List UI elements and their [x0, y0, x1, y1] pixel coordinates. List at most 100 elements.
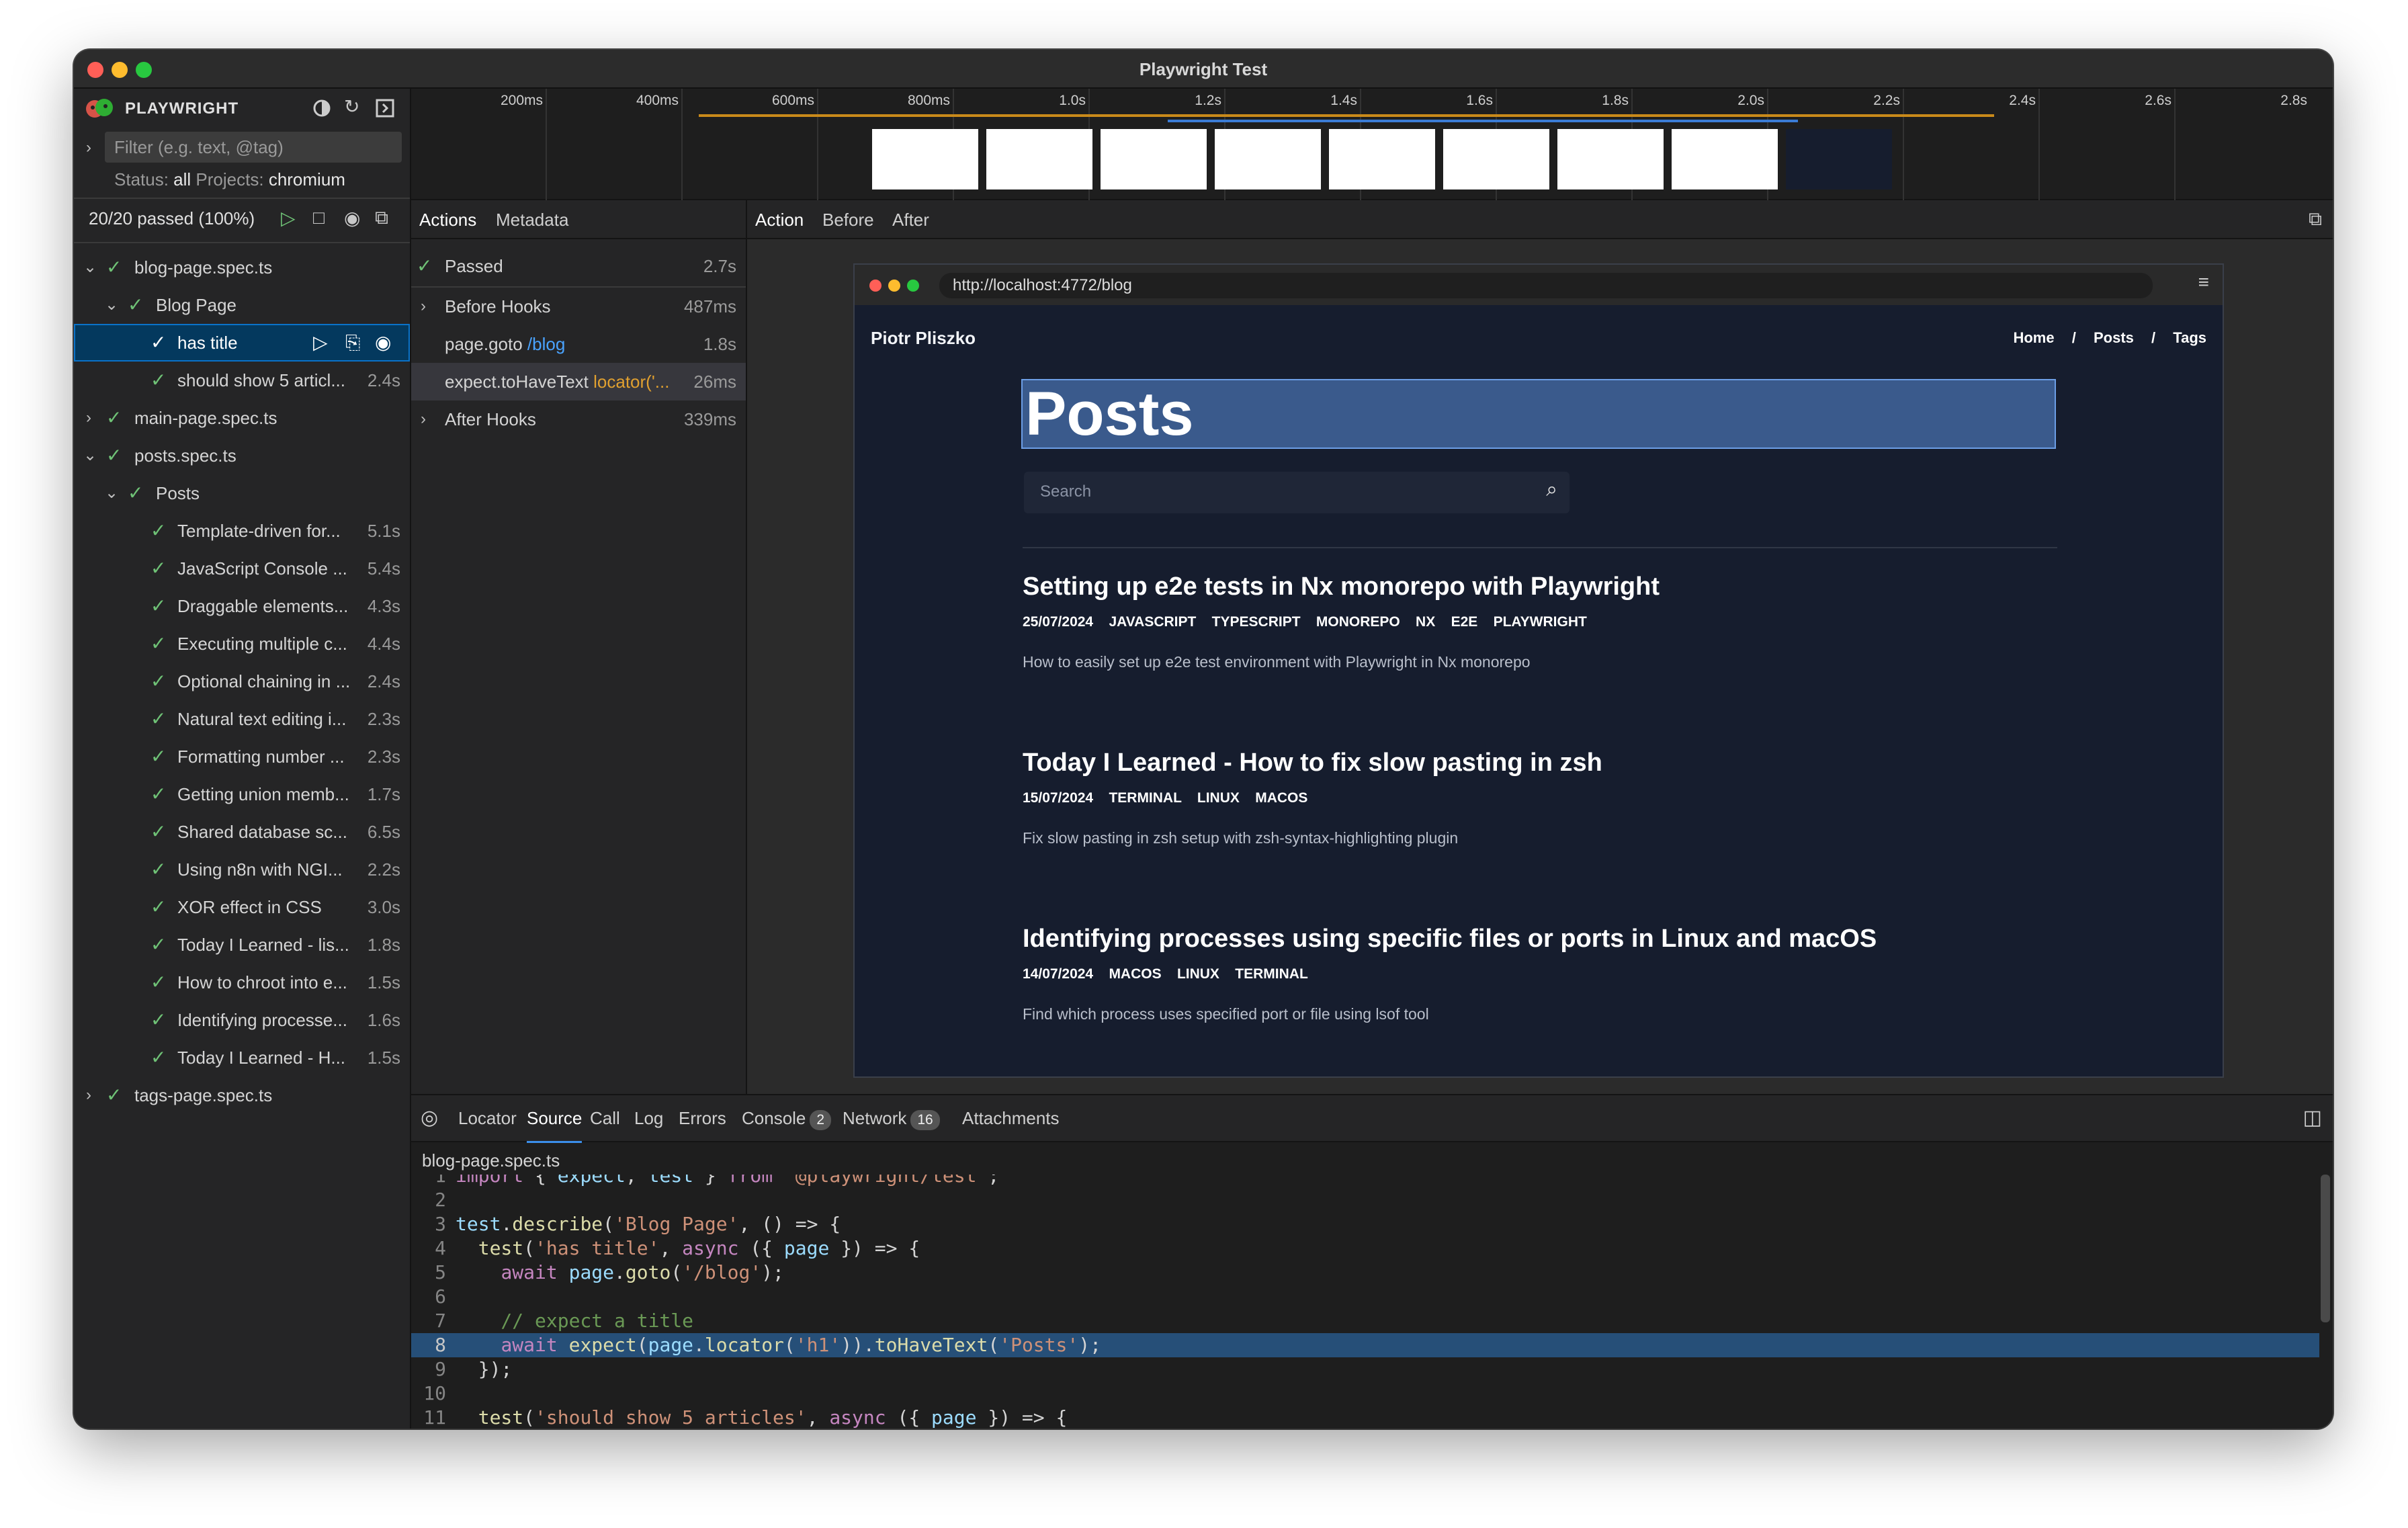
source-code: 1 import { expect, test } from '@playwrig… — [411, 1175, 2319, 1429]
action-expect-tohavetext[interactable]: expect.toHaveText locator('... 26ms — [411, 363, 746, 400]
code-line: 1 import { expect, test } from '@playwrig… — [435, 1175, 1000, 1187]
stop-icon[interactable]: □ — [313, 207, 325, 228]
tree-suite-blog-page[interactable]: ⌄ ✓ Blog Page — [74, 286, 410, 324]
sidebar-header: PLAYWRIGHT ↻ — [74, 89, 410, 128]
app-window: Playwright Test PLAYWRIGHT ↻ › Filter (e… — [74, 50, 2333, 1429]
tab-network[interactable]: Network 16 — [843, 1095, 940, 1141]
tree-file-tags-page[interactable]: › ✓ tags-page.spec.ts — [74, 1076, 410, 1114]
run-all-icon[interactable]: ▷ — [281, 207, 296, 229]
tree-test[interactable]: ✓ Getting union memb... 1.7s — [74, 775, 410, 813]
tree-test[interactable]: ✓ Shared database sc... 6.5s — [74, 813, 410, 851]
hamburger-menu-icon[interactable]: ≡ — [2198, 271, 2209, 293]
filter-expand-chevron-icon[interactable]: › — [86, 134, 91, 161]
timeline-screenshot[interactable] — [872, 129, 978, 189]
timeline-screenshot[interactable] — [1443, 129, 1549, 189]
timeline-screenshot[interactable] — [1215, 129, 1321, 189]
search-input[interactable]: Search ⌕ — [1024, 472, 1570, 513]
timeline-screenshot[interactable] — [1557, 129, 1664, 189]
tab-call[interactable]: Call — [590, 1095, 620, 1141]
tab-source[interactable]: Source — [527, 1095, 583, 1143]
tree-file-blog-page[interactable]: ⌄ ✓ blog-page.spec.ts — [74, 249, 410, 286]
zoom-window-button[interactable] — [136, 62, 152, 78]
nav-tags[interactable]: Tags — [2173, 329, 2206, 346]
collapse-sidebar-icon[interactable] — [375, 98, 395, 118]
tree-test[interactable]: ✓ Today I Learned - H... 1.5s — [74, 1039, 410, 1076]
action-page-goto[interactable]: page.goto /blog 1.8s — [411, 325, 746, 363]
source-file-name: blog-page.spec.ts — [422, 1150, 560, 1171]
highlighted-heading: Posts — [1021, 379, 2056, 449]
tree-test[interactable]: ✓ Executing multiple c... 4.4s — [74, 625, 410, 663]
tree-test[interactable]: ✓ Using n8n with NGI... 2.2s — [74, 851, 410, 888]
post-title[interactable]: Identifying processes using specific fil… — [1023, 925, 1877, 953]
timeline-action-bar — [1168, 120, 1798, 122]
code-line: 7 // expect a title — [435, 1310, 694, 1332]
tree-test[interactable]: ✓ Template-driven for... 5.1s — [74, 512, 410, 550]
timeline[interactable]: 200ms 400ms 600ms 800ms 1.0s 1.2s 1.4s 1… — [411, 89, 2333, 200]
tree-test-has-title[interactable]: ✓ has title ▷ ⎘ ◉ — [74, 324, 410, 362]
tree-test[interactable]: ✓ should show 5 articl... 2.4s — [74, 362, 410, 399]
open-source-icon[interactable]: ⎘ — [345, 324, 360, 362]
post-meta: 15/07/2024 TERMINAL LINUX MACOS — [1023, 790, 1308, 806]
tab-log[interactable]: Log — [634, 1095, 663, 1141]
tree-test[interactable]: ✓ Natural text editing i... 2.3s — [74, 700, 410, 738]
timeline-tick: 200ms — [500, 93, 543, 108]
action-after-hooks[interactable]: › After Hooks 339ms — [411, 400, 746, 438]
timeline-screenshot[interactable] — [1786, 129, 1892, 189]
collapse-all-icon[interactable]: ⧉ — [375, 207, 388, 229]
tab-console[interactable]: Console 2 — [742, 1095, 832, 1141]
tree-test[interactable]: ✓ How to chroot into e... 1.5s — [74, 964, 410, 1001]
tab-errors[interactable]: Errors — [679, 1095, 726, 1141]
tree-test[interactable]: ✓ XOR effect in CSS 3.0s — [74, 888, 410, 926]
passed-summary: 20/20 passed (100%) — [89, 208, 255, 228]
watch-test-icon[interactable]: ◉ — [375, 324, 391, 362]
timeline-tick: 2.8s — [2280, 93, 2307, 108]
tab-action[interactable]: Action — [755, 200, 804, 239]
tree-test[interactable]: ✓ Draggable elements... 4.3s — [74, 587, 410, 625]
tab-metadata[interactable]: Metadata — [496, 200, 568, 239]
action-passed[interactable]: ✓ Passed 2.7s — [411, 247, 746, 285]
code-line: 6 — [435, 1285, 446, 1308]
projects-filter-value[interactable]: chromium — [269, 169, 345, 189]
timeline-tick: 800ms — [907, 93, 950, 108]
close-window-button[interactable] — [87, 62, 103, 78]
pick-locator-icon[interactable]: ◎ — [421, 1095, 438, 1141]
nav-home[interactable]: Home — [2013, 329, 2054, 346]
code-line: 2 — [435, 1189, 446, 1211]
tree-test[interactable]: ✓ Identifying processe... 1.6s — [74, 1001, 410, 1039]
nav-posts[interactable]: Posts — [2094, 329, 2134, 346]
theme-toggle-icon[interactable] — [312, 98, 332, 118]
minimize-window-button[interactable] — [112, 62, 128, 78]
tree-test[interactable]: ✓ Formatting number ... 2.3s — [74, 738, 410, 775]
tree-file-main-page[interactable]: › ✓ main-page.spec.ts — [74, 399, 410, 437]
tab-attachments[interactable]: Attachments — [962, 1095, 1060, 1141]
site-author[interactable]: Piotr Pliszko — [871, 328, 976, 349]
reload-icon[interactable]: ↻ — [344, 95, 359, 118]
toggle-layout-icon[interactable]: ◫ — [2303, 1095, 2322, 1141]
search-icon: ⌕ — [1546, 478, 1557, 501]
filter-input[interactable]: Filter (e.g. text, @tag) — [105, 132, 402, 163]
status-filter-value[interactable]: all — [173, 169, 191, 189]
tree-test[interactable]: ✓ Optional chaining in ... 2.4s — [74, 663, 410, 700]
tree-suite-posts[interactable]: ⌄ ✓ Posts — [74, 474, 410, 512]
tree-file-posts[interactable]: ⌄ ✓ posts.spec.ts — [74, 437, 410, 474]
tab-locator[interactable]: Locator — [458, 1095, 517, 1141]
tab-actions[interactable]: Actions — [419, 200, 476, 239]
tab-before[interactable]: Before — [822, 200, 874, 239]
open-external-icon[interactable]: ⧉ — [2309, 208, 2322, 230]
post-title[interactable]: Setting up e2e tests in Nx monorepo with… — [1023, 572, 1660, 601]
tree-test[interactable]: ✓ JavaScript Console ... 5.4s — [74, 550, 410, 587]
watch-all-icon[interactable]: ◉ — [344, 207, 360, 229]
timeline-screenshot[interactable] — [1101, 129, 1207, 189]
tab-after[interactable]: After — [892, 200, 929, 239]
address-bar[interactable]: http://localhost:4772/blog — [939, 273, 2153, 298]
timeline-screenshot[interactable] — [1672, 129, 1778, 189]
code-scrollbar[interactable] — [2321, 1175, 2330, 1322]
timeline-screenshot[interactable] — [1329, 129, 1435, 189]
action-before-hooks[interactable]: › Before Hooks 487ms — [411, 288, 746, 325]
snapshot-viewer: Action Before After ⧉ http://localhost:4… — [747, 200, 2333, 1094]
tree-test[interactable]: ✓ Today I Learned - lis... 1.8s — [74, 926, 410, 964]
post-title[interactable]: Today I Learned - How to fix slow pastin… — [1023, 749, 1602, 777]
bottom-panel: ◎ Locator Source Call Log Errors Console… — [411, 1094, 2333, 1429]
timeline-screenshot[interactable] — [986, 129, 1092, 189]
run-test-icon[interactable]: ▷ — [313, 324, 328, 362]
